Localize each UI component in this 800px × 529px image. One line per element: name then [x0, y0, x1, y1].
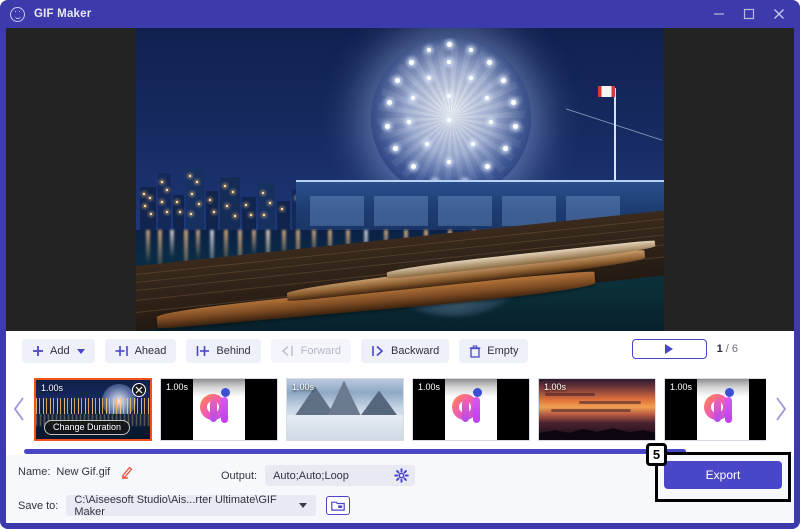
output-value-box[interactable]: Auto;Auto;Loop	[265, 465, 416, 486]
name-value: New Gif.gif	[56, 466, 111, 478]
ahead-button[interactable]: Ahead	[104, 339, 177, 363]
minimize-icon[interactable]	[704, 1, 734, 27]
output-label: Output:	[221, 469, 258, 482]
add-button-label: Add	[50, 345, 70, 357]
city-skyline	[136, 156, 311, 231]
frame-duration-4: 1.00s	[418, 381, 441, 392]
play-icon	[665, 344, 674, 354]
filmstrip-frame-5[interactable]: 1.00s	[538, 377, 656, 441]
backward-button[interactable]: Backward	[361, 339, 450, 363]
title-bar: GIF Maker	[0, 0, 800, 28]
frame-counter-total: 6	[731, 343, 738, 355]
name-row: Name: New Gif.gif	[18, 465, 134, 479]
name-label: Name:	[18, 466, 51, 478]
behind-button[interactable]: Behind	[186, 339, 261, 363]
chevron-left-bar-icon	[281, 345, 295, 357]
gear-icon[interactable]	[394, 468, 409, 486]
gif-maker-window: GIF Maker Add Ahead Behind Forward Backw…	[0, 0, 800, 529]
add-button[interactable]: Add	[22, 339, 95, 363]
science-world-dome	[371, 38, 531, 198]
frame-duration-2: 1.00s	[166, 381, 189, 392]
ahead-button-label: Ahead	[134, 345, 167, 357]
frame-counter-current: 1	[716, 343, 723, 355]
frame-counter-sep: /	[725, 343, 729, 355]
preview-image	[136, 28, 664, 331]
chevron-down-icon[interactable]	[76, 348, 85, 354]
maximize-icon[interactable]	[734, 1, 764, 27]
forward-button-label: Forward	[300, 345, 341, 357]
change-duration-button[interactable]: Change Duration	[44, 419, 131, 435]
empty-button[interactable]: Empty	[459, 339, 529, 363]
frame-close-icon[interactable]	[132, 382, 146, 397]
preview-stage	[6, 28, 794, 331]
folder-icon[interactable]	[326, 496, 351, 515]
step-badge-5: 5	[646, 443, 667, 466]
filmstrip-frame-2[interactable]: 1.00s	[160, 377, 278, 441]
frame-duration-6: 1.00s	[670, 381, 693, 392]
empty-button-label: Empty	[487, 345, 519, 357]
filmstrip-scrollbar-thumb[interactable]	[24, 449, 686, 454]
canada-flag	[598, 86, 615, 97]
window-title: GIF Maker	[34, 8, 92, 20]
trash-icon	[469, 344, 481, 358]
backward-button-label: Backward	[391, 345, 440, 357]
filmstrip-next-arrow[interactable]	[766, 371, 794, 447]
frame-duration-3: 1.00s	[292, 381, 315, 392]
save-path-select[interactable]: C:\Aiseesoft Studio\Ais...rter Ultimate\…	[66, 493, 317, 518]
output-value: Auto;Auto;Loop	[273, 469, 349, 482]
filmstrip-frames: 1.00s Change Duration 1.00s 1.00s 1.00s …	[34, 371, 766, 447]
behind-button-label: Behind	[216, 345, 251, 357]
bar-chevron-right-icon	[371, 345, 385, 357]
forward-button[interactable]: Forward	[270, 339, 351, 363]
filmstrip-frame-6[interactable]: 1.00s	[664, 377, 766, 441]
save-path-value: C:\Aiseesoft Studio\Ais...rter Ultimate\…	[74, 493, 277, 518]
filmstrip: 1.00s Change Duration 1.00s 1.00s 1.00s …	[6, 371, 794, 447]
plus-icon	[32, 345, 44, 357]
frame-counter: 1 / 6	[717, 343, 738, 355]
mast	[614, 88, 616, 188]
play-button[interactable]	[631, 339, 707, 359]
chevron-down-icon[interactable]	[299, 503, 308, 508]
close-icon[interactable]	[764, 1, 794, 27]
save-to-row: Save to: C:\Aiseesoft Studio\Ais...rter …	[18, 493, 351, 518]
frame-duration-1: 1.00s	[41, 382, 64, 393]
smiley-circle-icon	[10, 6, 25, 22]
filmstrip-frame-1[interactable]: 1.00s Change Duration	[34, 377, 152, 441]
save-to-label: Save to:	[18, 499, 59, 512]
frame-duration-5: 1.00s	[544, 381, 567, 392]
window-controls	[704, 0, 794, 28]
filmstrip-frame-4[interactable]: 1.00s	[412, 377, 530, 441]
bar-plus-right-icon	[196, 345, 210, 357]
editor-toolbar: Add Ahead Behind Forward Backward Empty …	[6, 331, 794, 371]
plus-left-bar-icon	[115, 345, 129, 357]
filmstrip-frame-3[interactable]: 1.00s	[286, 377, 404, 441]
output-row: Output: Auto;Auto;Loop	[221, 465, 416, 486]
export-button[interactable]: Export	[664, 461, 782, 489]
filmstrip-prev-arrow[interactable]	[6, 371, 34, 447]
playback-controls: 1 / 6	[631, 339, 738, 359]
pencil-icon[interactable]	[120, 465, 134, 479]
